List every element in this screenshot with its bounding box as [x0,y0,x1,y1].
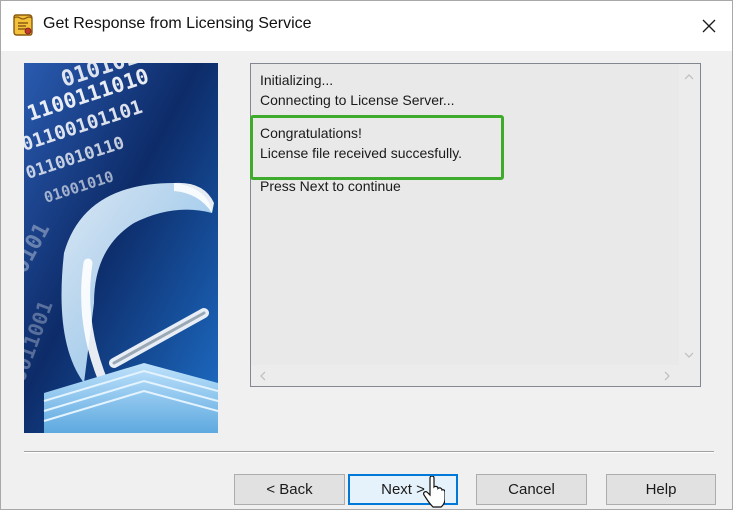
next-button[interactable]: Next > [348,474,458,505]
scroll-license-icon [11,12,35,38]
scroll-right-icon[interactable] [661,369,673,381]
log-line: License file received succesfully. [260,145,463,161]
horizontal-scrollbar[interactable] [251,365,679,386]
scroll-left-icon[interactable] [257,369,269,381]
title-bar: Get Response from Licensing Service [1,1,732,51]
scroll-up-icon[interactable] [683,70,695,82]
log-line: Congratulations! [260,125,362,141]
vertical-scrollbar[interactable] [679,64,700,366]
close-button[interactable] [686,1,732,51]
footer-divider [24,451,714,453]
scrollbar-corner [679,365,700,386]
log-line: Press Next to continue [260,178,401,194]
scroll-down-icon[interactable] [683,348,695,360]
cancel-button[interactable]: Cancel [476,474,587,505]
status-log-text: Initializing... Connecting to License Se… [251,64,679,366]
log-line: Connecting to License Server... [260,92,455,108]
licensing-dialog: Get Response from Licensing Service 0101… [0,0,733,510]
log-line: Initializing... [260,72,334,88]
back-button[interactable]: < Back [234,474,345,505]
close-icon [702,19,716,33]
window-title: Get Response from Licensing Service [43,15,312,32]
help-button[interactable]: Help [606,474,716,505]
status-log[interactable]: Initializing... Connecting to License Se… [250,63,701,387]
wizard-banner-image: 0101010 1100111010 01100101101 011001011… [24,63,218,433]
